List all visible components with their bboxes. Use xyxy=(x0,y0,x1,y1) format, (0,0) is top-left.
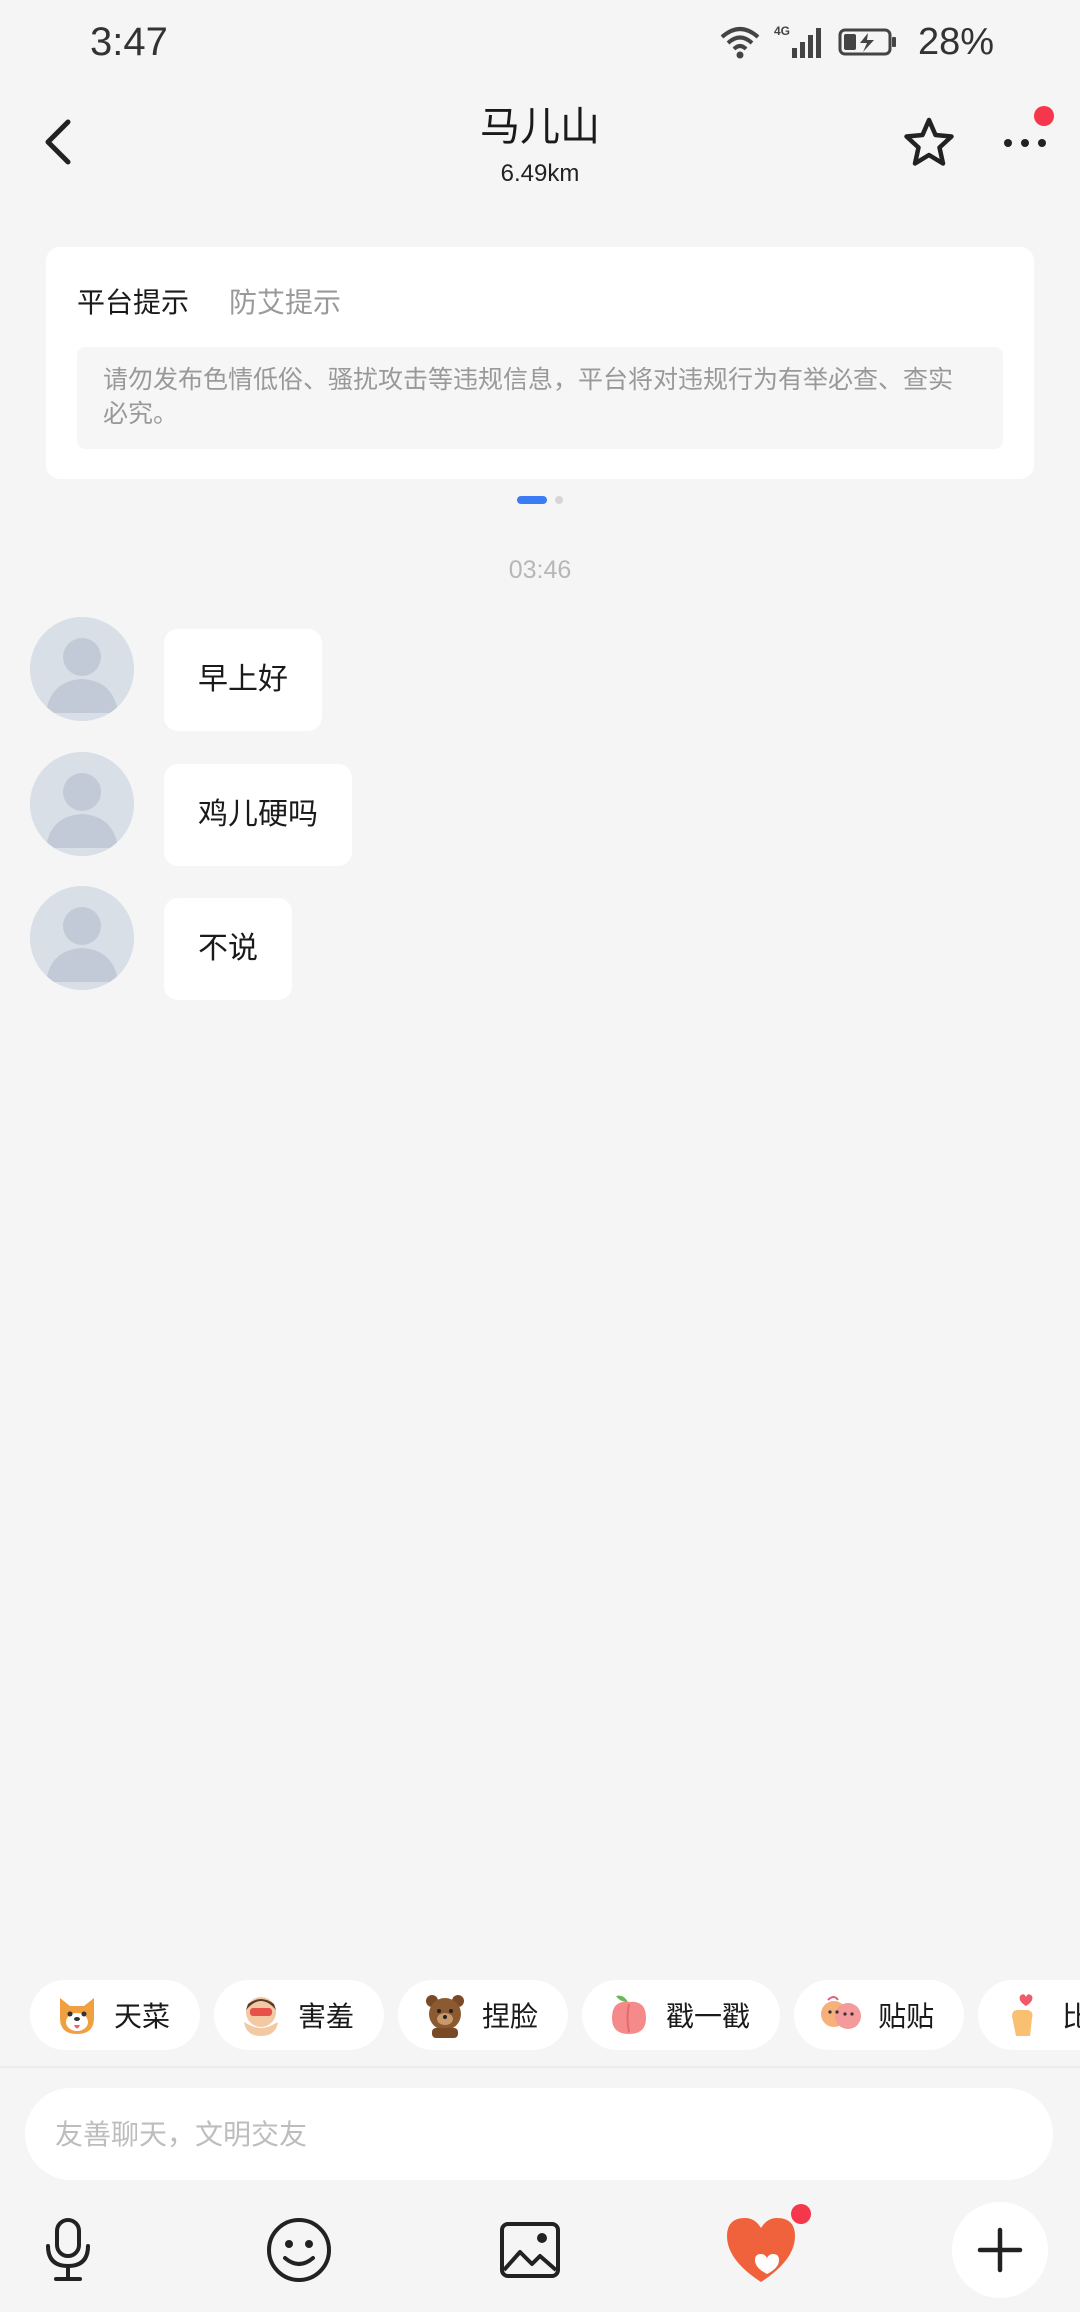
message-row: 鸡儿硬吗 xyxy=(30,752,352,866)
pager-dot xyxy=(555,496,563,504)
chip-bi[interactable]: 比 xyxy=(978,1980,1080,2050)
chip-label: 比 xyxy=(1062,2000,1080,2033)
bear-emoji-icon xyxy=(422,1992,468,2038)
input-divider xyxy=(0,2066,1080,2068)
gift-heart-button[interactable] xyxy=(711,2200,811,2300)
notice-text: 请勿发布色情低俗、骚扰攻击等违规信息，平台将对违规行为有举必查、查实必究。 xyxy=(77,347,1003,449)
peach-emoji-icon xyxy=(606,1992,652,2038)
chevron-left-icon xyxy=(45,119,71,165)
chip-tiancai[interactable]: 天菜 xyxy=(30,1980,201,2050)
shy-face-emoji-icon xyxy=(238,1992,284,2038)
chip-label: 天菜 xyxy=(114,2000,171,2033)
notice-card: 平台提示 防艾提示 请勿发布色情低俗、骚扰攻击等违规信息，平台将对违规行为有举必… xyxy=(46,247,1034,479)
chip-chuoyichuo[interactable]: 戳一戳 xyxy=(582,1980,781,2050)
message-row: 早上好 xyxy=(30,617,322,731)
chip-nielian[interactable]: 捏脸 xyxy=(398,1980,569,2050)
hug-emoji-icon xyxy=(818,1992,864,2038)
default-avatar-icon xyxy=(30,886,134,990)
chip-haixiu[interactable]: 害羞 xyxy=(214,1980,385,2050)
chip-label: 捏脸 xyxy=(482,2000,539,2033)
network-type-label: 4G xyxy=(774,24,790,38)
wifi-icon xyxy=(720,27,760,59)
favorite-button[interactable] xyxy=(894,108,964,178)
message-bubble[interactable]: 早上好 xyxy=(164,629,322,731)
emoji-icon xyxy=(267,2218,331,2282)
plus-icon xyxy=(977,2227,1023,2273)
avatar[interactable] xyxy=(30,886,134,990)
message-bubble[interactable]: 不说 xyxy=(164,898,292,1000)
avatar[interactable] xyxy=(30,752,134,856)
notification-dot xyxy=(791,2204,811,2224)
plus-button-circle[interactable] xyxy=(952,2202,1048,2298)
default-avatar-icon xyxy=(30,752,134,856)
message-input[interactable] xyxy=(25,2088,1053,2180)
notice-pager xyxy=(0,496,1080,504)
cellular-signal-icon: 4G xyxy=(774,24,821,58)
battery-percent: 28% xyxy=(917,20,994,63)
message-bubble[interactable]: 鸡儿硬吗 xyxy=(164,764,352,866)
status-bar: 3:47 4G 28% xyxy=(0,0,1080,84)
emoji-button[interactable] xyxy=(249,2200,349,2300)
heart-gift-icon xyxy=(727,2218,795,2282)
finger-heart-emoji-icon xyxy=(1002,1992,1048,2038)
chat-header: 马儿山 6.49km xyxy=(0,84,1080,204)
chip-tietie[interactable]: 贴贴 xyxy=(794,1980,965,2050)
chip-label: 贴贴 xyxy=(878,2000,935,2033)
more-dots-icon xyxy=(1004,139,1046,147)
dog-emoji-icon xyxy=(54,1992,100,2038)
pager-dot-active xyxy=(517,496,547,504)
voice-button[interactable] xyxy=(18,2200,118,2300)
star-icon xyxy=(904,117,954,166)
notice-tabs: 平台提示 防艾提示 xyxy=(77,281,341,321)
tab-aids-prevention[interactable]: 防艾提示 xyxy=(229,281,341,321)
image-button[interactable] xyxy=(480,2200,580,2300)
back-button[interactable] xyxy=(26,110,90,174)
battery-charging-icon xyxy=(838,28,896,56)
status-icons: 4G 28% xyxy=(720,21,994,64)
message-row: 不说 xyxy=(30,886,292,1000)
more-options-button[interactable] xyxy=(990,106,1060,178)
microphone-icon xyxy=(46,2218,90,2281)
message-timestamp: 03:46 xyxy=(508,556,572,584)
avatar[interactable] xyxy=(30,617,134,721)
tab-platform-notice[interactable]: 平台提示 xyxy=(77,281,189,321)
quick-reaction-chips: 天菜 害羞 捏脸 戳一戳 贴贴 比 xyxy=(30,1980,1080,2050)
bottom-toolbar xyxy=(0,2200,1080,2300)
notification-dot xyxy=(1034,106,1054,126)
default-avatar-icon xyxy=(30,617,134,721)
chip-label: 害羞 xyxy=(298,2000,355,2033)
image-icon xyxy=(500,2222,560,2278)
chip-label: 戳一戳 xyxy=(666,2000,751,2033)
more-actions-button[interactable] xyxy=(950,2200,1050,2300)
status-time: 3:47 xyxy=(90,19,168,64)
